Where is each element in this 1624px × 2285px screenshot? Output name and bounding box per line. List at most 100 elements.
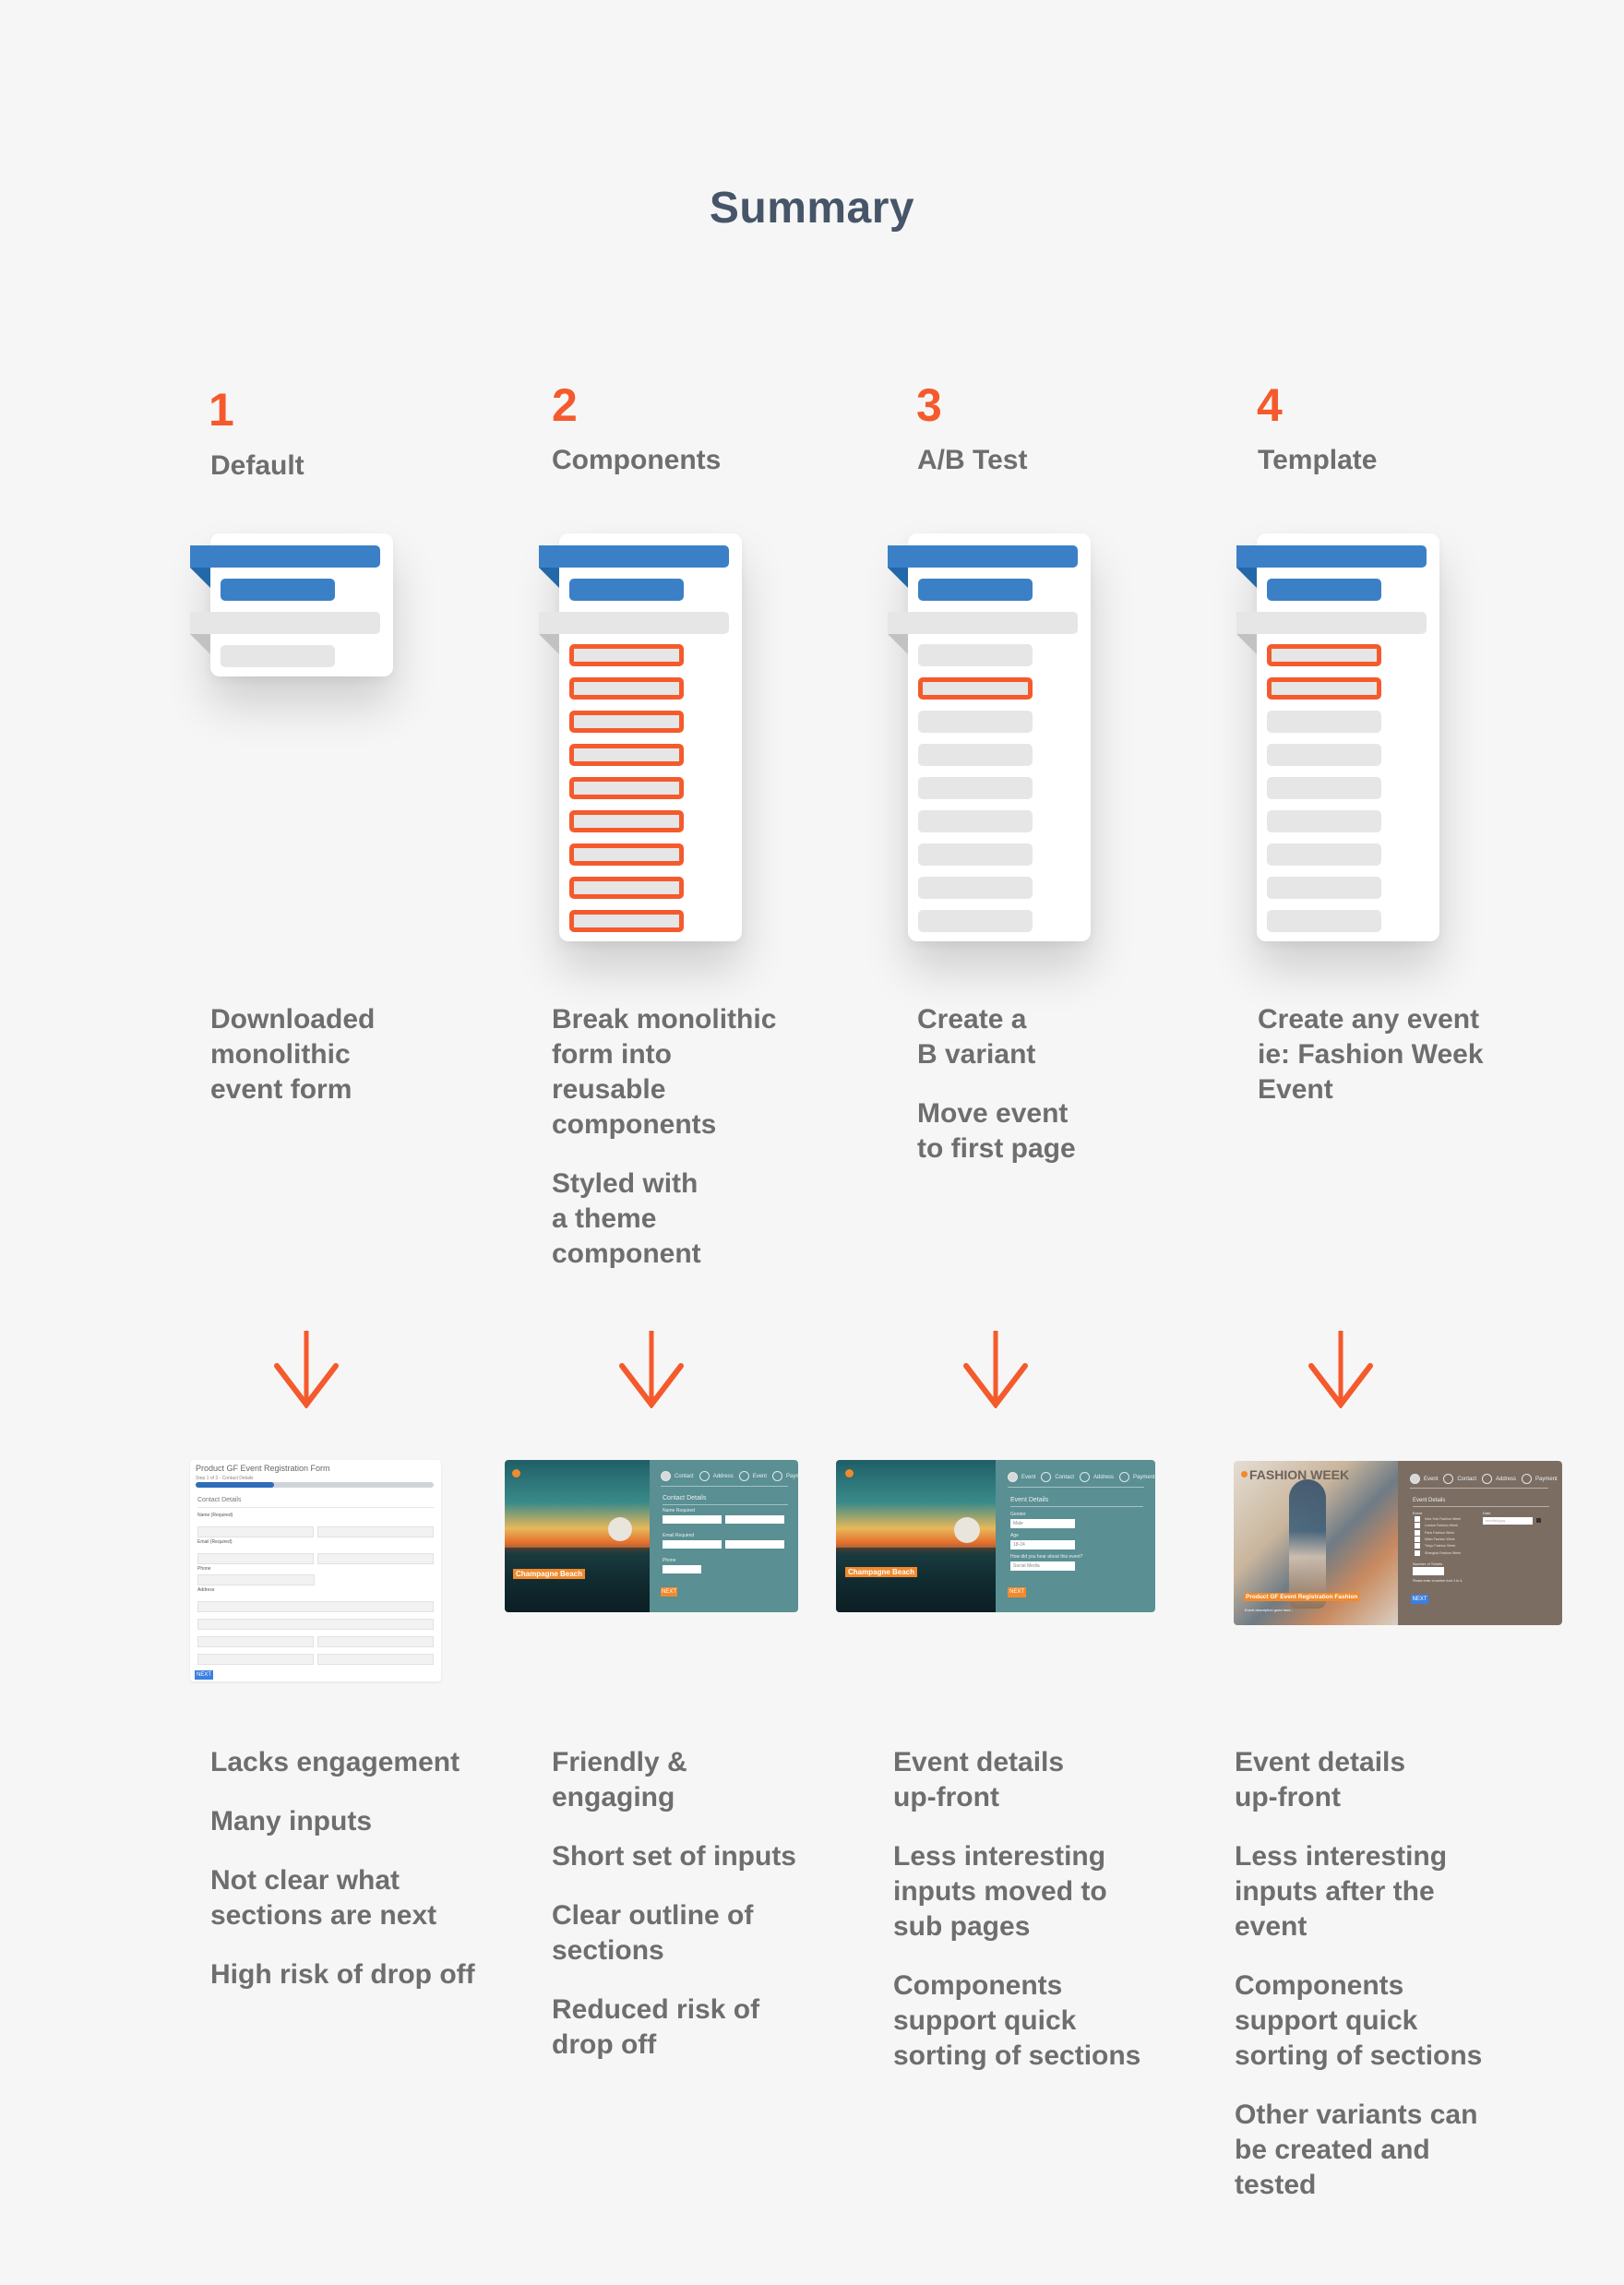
checkbox[interactable] (1415, 1543, 1420, 1549)
event-option[interactable]: New York Fashion Week (1415, 1516, 1461, 1522)
note: Reduced risk of drop off (552, 1994, 760, 2060)
step-label: Event (1021, 1475, 1036, 1481)
event-option-label: New York Fashion Week (1425, 1516, 1462, 1521)
step-circle-icon (1008, 1472, 1018, 1482)
fashion-image: FASHION WEEK Product GF Event Registrati… (1234, 1461, 1398, 1625)
step-tab[interactable]: Address (1080, 1472, 1114, 1482)
city-input[interactable] (197, 1636, 314, 1647)
step-tab[interactable]: Contact (1443, 1474, 1477, 1484)
step-tab[interactable]: Event (738, 1471, 768, 1481)
form-panel: Event Contact Address Payment Event Details… (996, 1460, 1155, 1612)
event-option-label: Tokyo Fashion Week (1425, 1544, 1456, 1549)
highlighted-component-row (569, 777, 684, 799)
phone-input[interactable] (663, 1565, 701, 1573)
component-row (1267, 843, 1381, 866)
checkbox[interactable] (1415, 1549, 1420, 1556)
date-input[interactable]: mm/dd/yyyy (1483, 1517, 1533, 1525)
step-indicator: Event Contact Address Payment (1008, 1472, 1155, 1482)
event-option[interactable]: Paris Fashion Week (1415, 1529, 1454, 1536)
phone-input[interactable] (197, 1574, 315, 1585)
component-row (918, 877, 1033, 899)
progress-bar (196, 1482, 434, 1488)
step-description: Create any event ie: Fashion Week Event (1258, 1004, 1484, 1105)
step-number: 3 (916, 379, 942, 431)
zip-input[interactable] (197, 1654, 314, 1665)
step-tab[interactable]: Payment (772, 1471, 798, 1481)
note: Friendly & engaging (552, 1747, 687, 1812)
next-button[interactable]: NEXT (661, 1587, 677, 1597)
step-heading: A/B Test (917, 445, 1028, 475)
checkbox[interactable] (1415, 1529, 1420, 1536)
event-option-label: Shanghai Fashion Week (1425, 1550, 1462, 1555)
first-name-input[interactable] (663, 1515, 722, 1524)
highlighted-component-row (569, 810, 684, 832)
email-input[interactable] (663, 1540, 722, 1549)
step-text: Step 1 of 3 - Contact Details (196, 1476, 254, 1481)
step-tab[interactable]: Contact (661, 1471, 694, 1481)
step-tab[interactable]: Address (699, 1471, 734, 1481)
step-circle-icon (699, 1471, 710, 1481)
arrow-down-icon (963, 1331, 1028, 1408)
image-title: FASHION WEEK (1249, 1467, 1350, 1482)
step-tab[interactable]: Address (1482, 1474, 1516, 1484)
next-button[interactable]: NEXT (1411, 1595, 1428, 1604)
event-option[interactable]: London Fashion Week (1415, 1523, 1458, 1529)
step-tab[interactable]: Payment (1119, 1472, 1155, 1482)
checkbox[interactable] (1415, 1536, 1420, 1542)
first-name-input[interactable] (197, 1526, 314, 1537)
note: Less interesting inputs moved to sub pag… (893, 1841, 1107, 1942)
beach-image: Champagne Beach (505, 1460, 650, 1612)
step-label: Payment (786, 1474, 798, 1480)
step-label: Payment (1133, 1475, 1155, 1481)
source-select[interactable]: Social Media (1010, 1561, 1075, 1571)
form-panel: Event Contact Address Payment Event Details… (1398, 1461, 1562, 1625)
address2-input[interactable] (197, 1619, 434, 1630)
field-label: How did you hear about this event? (1010, 1554, 1083, 1560)
step-label: Contact (1457, 1477, 1477, 1483)
step-tab[interactable]: Contact (1041, 1472, 1075, 1482)
step-tab[interactable]: Event (1410, 1474, 1439, 1484)
tickets-input[interactable] (1413, 1567, 1444, 1575)
step-label: Payment (1535, 1477, 1558, 1483)
field-label: Email (Required) (197, 1539, 233, 1545)
step-circle-icon (1482, 1474, 1493, 1484)
age-select[interactable]: 18-24 (1010, 1540, 1075, 1549)
step-tab[interactable]: Event (1008, 1472, 1036, 1482)
note: Clear outline of sections (552, 1900, 754, 1966)
street-input[interactable] (197, 1601, 434, 1612)
checkbox[interactable] (1415, 1523, 1420, 1529)
step-tab[interactable]: Payment (1522, 1474, 1558, 1484)
step-label: Event (752, 1474, 768, 1480)
event-option[interactable]: Milan Fashion Week (1415, 1536, 1455, 1542)
field-label: Name (Required) (197, 1513, 233, 1518)
step-label: Contact (1055, 1475, 1075, 1481)
step-circle-icon (1410, 1474, 1420, 1484)
step-label: Contact (675, 1474, 694, 1480)
event-option[interactable]: Shanghai Fashion Week (1415, 1549, 1462, 1556)
component-row (918, 843, 1033, 866)
field-label: Phone (663, 1558, 676, 1563)
component-row (1267, 810, 1381, 832)
country-select[interactable] (317, 1654, 434, 1665)
calendar-icon[interactable] (1536, 1518, 1541, 1523)
field-label: Email Required (663, 1533, 695, 1538)
progress-fill (196, 1482, 275, 1488)
beach-image: Champagne Beach (836, 1460, 996, 1612)
confirm-email-input[interactable] (317, 1553, 434, 1564)
confirm-email-input[interactable] (725, 1540, 784, 1549)
ab-variant-screenshot: Champagne Beach Event Contact Address Payme… (836, 1460, 1155, 1612)
components-form-screenshot: Champagne Beach Contact Address Event Payme… (505, 1460, 798, 1612)
email-input[interactable] (197, 1553, 314, 1564)
event-option[interactable]: Tokyo Fashion Week (1415, 1543, 1455, 1549)
note: Event details up-front (893, 1747, 1065, 1812)
last-name-input[interactable] (317, 1526, 434, 1537)
last-name-input[interactable] (725, 1515, 784, 1524)
next-button[interactable]: NEXT (1008, 1587, 1026, 1597)
step-label: Event (1424, 1477, 1439, 1483)
next-button[interactable]: NEXT (195, 1670, 213, 1680)
gender-select[interactable]: Male (1010, 1519, 1075, 1528)
note: Less interesting inputs after the event (1235, 1841, 1448, 1942)
checkbox[interactable] (1415, 1516, 1420, 1522)
state-input[interactable] (317, 1636, 434, 1647)
notes-list: Event details up-front Less interesting … (1235, 1745, 1511, 2227)
